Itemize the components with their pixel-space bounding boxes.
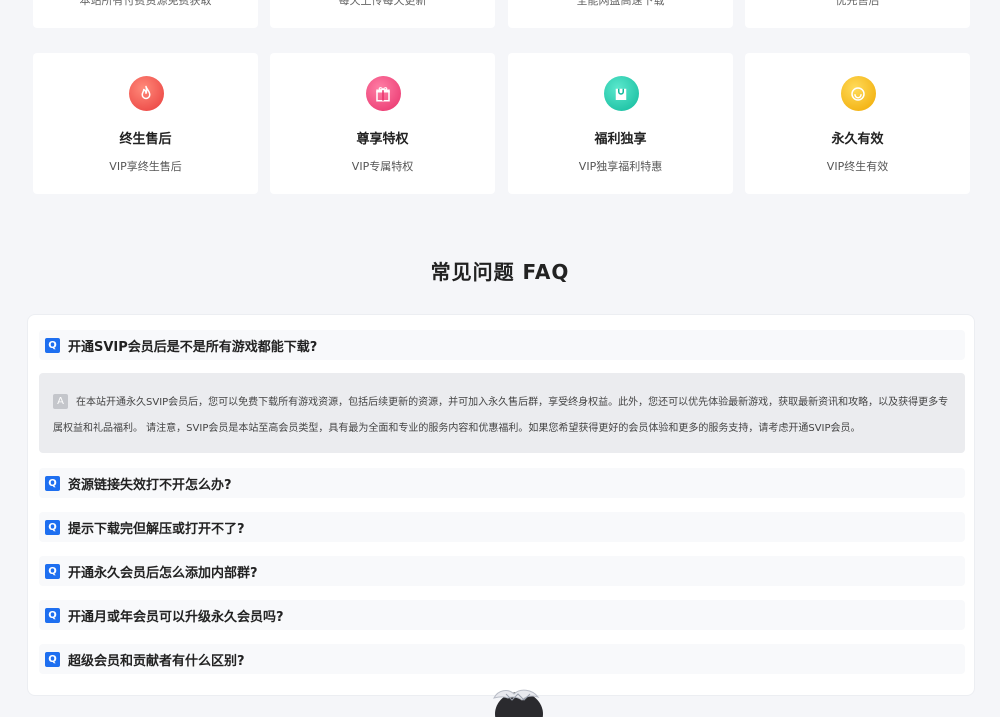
faq-question-text: 开通SVIP会员后是不是所有游戏都能下载? xyxy=(68,339,318,355)
faq-question-2[interactable]: Q 资源链接失效打不开怎么办? xyxy=(39,468,965,498)
top-benefits-row: 本站所有付费资源免费获取 每天上传每天更新 全能网盘高速下载 优先售后 xyxy=(33,0,970,30)
feature-card-privilege: 尊享特权 VIP专属特权 xyxy=(270,53,495,194)
feature-title: 永久有效 xyxy=(831,132,884,147)
benefit-card: 优先售后 xyxy=(745,0,970,28)
q-badge: Q xyxy=(45,607,60,623)
benefit-card: 全能网盘高速下载 xyxy=(508,0,733,28)
vip-features-row: 终生售后 VIP享终生售后 尊享特权 VIP专属特权 福利独享 VIP独享福利特… xyxy=(33,53,970,194)
q-badge: Q xyxy=(45,563,60,579)
q-badge: Q xyxy=(45,337,60,353)
feature-card-permanent: 永久有效 VIP终生有效 xyxy=(745,53,970,194)
faq-question-text: 超级会员和贡献者有什么区别? xyxy=(68,653,245,669)
faq-answer-1: A 在本站开通永久SVIP会员后，您可以免费下载所有游戏资源，包括后续更新的资源，… xyxy=(39,373,965,453)
benefit-text: 全能网盘高速下载 xyxy=(576,0,665,7)
benefit-text: 本站所有付费资源免费获取 xyxy=(79,0,212,7)
faq-question-5[interactable]: Q 开通月或年会员可以升级永久会员吗? xyxy=(39,600,965,630)
feature-subtitle: VIP专属特权 xyxy=(351,160,414,173)
smile-icon xyxy=(840,76,876,111)
mascot-image xyxy=(488,684,550,717)
feature-subtitle: VIP独享福利特惠 xyxy=(578,160,663,173)
feature-title: 福利独享 xyxy=(594,132,647,147)
faq-question-3[interactable]: Q 提示下载完但解压或打开不了? xyxy=(39,512,965,542)
flame-icon xyxy=(128,76,164,111)
a-badge: A xyxy=(53,393,68,409)
feature-subtitle: VIP享终生售后 xyxy=(109,160,182,173)
faq-question-1[interactable]: Q 开通SVIP会员后是不是所有游戏都能下载? xyxy=(39,330,965,360)
benefit-card: 每天上传每天更新 xyxy=(270,0,495,28)
q-badge: Q xyxy=(45,651,60,667)
faq-answer-text: 在本站开通永久SVIP会员后，您可以免费下载所有游戏资源，包括后续更新的资源，并… xyxy=(53,397,949,434)
feature-title: 尊享特权 xyxy=(356,132,409,147)
faq-question-text: 开通永久会员后怎么添加内部群? xyxy=(68,565,258,581)
faq-question-text: 资源链接失效打不开怎么办? xyxy=(68,477,232,493)
benefit-text: 每天上传每天更新 xyxy=(338,0,427,7)
faq-question-text: 开通月或年会员可以升级永久会员吗? xyxy=(68,609,284,625)
bag-icon xyxy=(603,76,639,111)
gift-icon xyxy=(365,76,401,111)
benefit-text: 优先售后 xyxy=(835,0,880,7)
feature-subtitle: VIP终生有效 xyxy=(826,160,889,173)
faq-question-6[interactable]: Q 超级会员和贡献者有什么区别? xyxy=(39,644,965,674)
faq-heading: 常见问题 FAQ xyxy=(430,260,570,284)
feature-title: 终生售后 xyxy=(119,132,172,147)
feature-card-after-sales: 终生售后 VIP享终生售后 xyxy=(33,53,258,194)
faq-question-text: 提示下载完但解压或打开不了? xyxy=(68,521,245,537)
q-badge: Q xyxy=(45,519,60,535)
q-badge: Q xyxy=(45,475,60,491)
benefit-card: 本站所有付费资源免费获取 xyxy=(33,0,258,28)
faq-question-4[interactable]: Q 开通永久会员后怎么添加内部群? xyxy=(39,556,965,586)
feature-card-welfare: 福利独享 VIP独享福利特惠 xyxy=(508,53,733,194)
faq-list: Q 开通SVIP会员后是不是所有游戏都能下载? A 在本站开通永久SVIP会员后，… xyxy=(27,314,975,696)
